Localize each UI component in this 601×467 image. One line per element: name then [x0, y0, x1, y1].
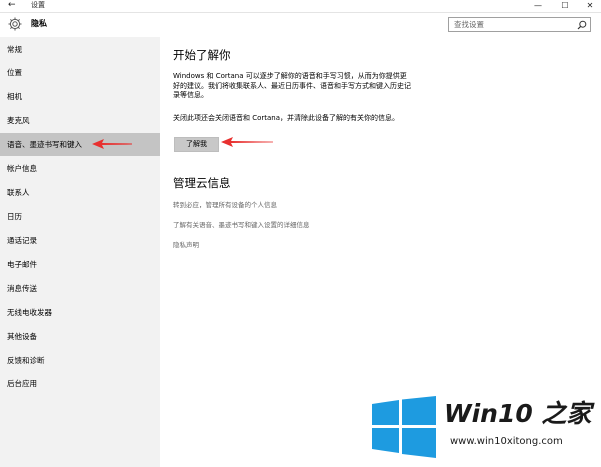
maximize-button[interactable]: ☐: [552, 0, 578, 12]
annotation-arrow-button: [221, 137, 273, 147]
sidebar-item-other-devices[interactable]: 其他设备: [0, 325, 160, 348]
learn-more-link[interactable]: 了解有关语音、墨迹书写和键入设置的详细信息: [173, 220, 310, 230]
watermark: Win10 之家 www.win10xitong.com: [366, 394, 598, 464]
sidebar-item-radios[interactable]: 无线电收发器: [0, 301, 160, 324]
settings-window: ← 设置 — ☐ ✕ 隐私 查找设置 常规 位置 相机 麦克风 语音、墨迹书写和…: [0, 0, 601, 467]
section-title-cloud-info: 管理云信息: [173, 176, 231, 190]
sidebar-item-email[interactable]: 电子邮件: [0, 253, 160, 276]
watermark-url: www.win10xitong.com: [450, 436, 563, 447]
page-title: 隐私: [31, 19, 47, 28]
section-description: Windows 和 Cortana 可以逐步了解你的语音和手写习惯，从而为你提供…: [173, 72, 411, 99]
section-warning-text: 关闭此项还会关闭语音和 Cortana，并清除此设备了解的有关你的信息。: [173, 114, 400, 122]
get-to-know-me-button[interactable]: 了解我: [174, 137, 219, 152]
search-icon[interactable]: [577, 20, 587, 30]
sidebar-item-camera[interactable]: 相机: [0, 85, 160, 108]
sidebar-item-contacts[interactable]: 联系人: [0, 181, 160, 204]
privacy-statement-link[interactable]: 隐私声明: [173, 240, 199, 250]
sidebar-item-general[interactable]: 常规: [0, 38, 160, 61]
sidebar-item-feedback-diagnostics[interactable]: 反馈和诊断: [0, 349, 160, 372]
sidebar-item-background-apps[interactable]: 后台应用: [0, 372, 160, 395]
close-button[interactable]: ✕: [577, 0, 601, 12]
minimize-button[interactable]: —: [525, 0, 551, 12]
sidebar-item-microphone[interactable]: 麦克风: [0, 109, 160, 132]
sidebar-item-call-history[interactable]: 通话记录: [0, 229, 160, 252]
search-input[interactable]: 查找设置: [448, 17, 591, 32]
back-arrow-icon[interactable]: ←: [8, 0, 16, 11]
title-bar: ← 设置 — ☐ ✕: [0, 0, 601, 13]
bing-manage-link[interactable]: 转到必应，管理所有设备的个人信息: [173, 200, 277, 210]
sidebar-item-location[interactable]: 位置: [0, 61, 160, 84]
annotation-arrow-sidebar: [92, 139, 132, 149]
sidebar-item-account-info[interactable]: 帐户信息: [0, 157, 160, 180]
sidebar-item-speech-inking-typing[interactable]: 语音、墨迹书写和键入: [0, 133, 160, 156]
search-placeholder: 查找设置: [454, 20, 484, 29]
gear-icon: [8, 17, 22, 31]
sidebar: 常规 位置 相机 麦克风 语音、墨迹书写和键入 帐户信息 联系人 日历 通话记录…: [0, 37, 160, 467]
section-title-get-to-know-you: 开始了解你: [173, 48, 231, 62]
app-title: 设置: [31, 1, 45, 9]
sidebar-item-messaging[interactable]: 消息传送: [0, 277, 160, 300]
watermark-brand: Win10 之家: [444, 399, 592, 428]
sidebar-item-calendar[interactable]: 日历: [0, 205, 160, 228]
windows-logo-icon: [372, 396, 436, 458]
